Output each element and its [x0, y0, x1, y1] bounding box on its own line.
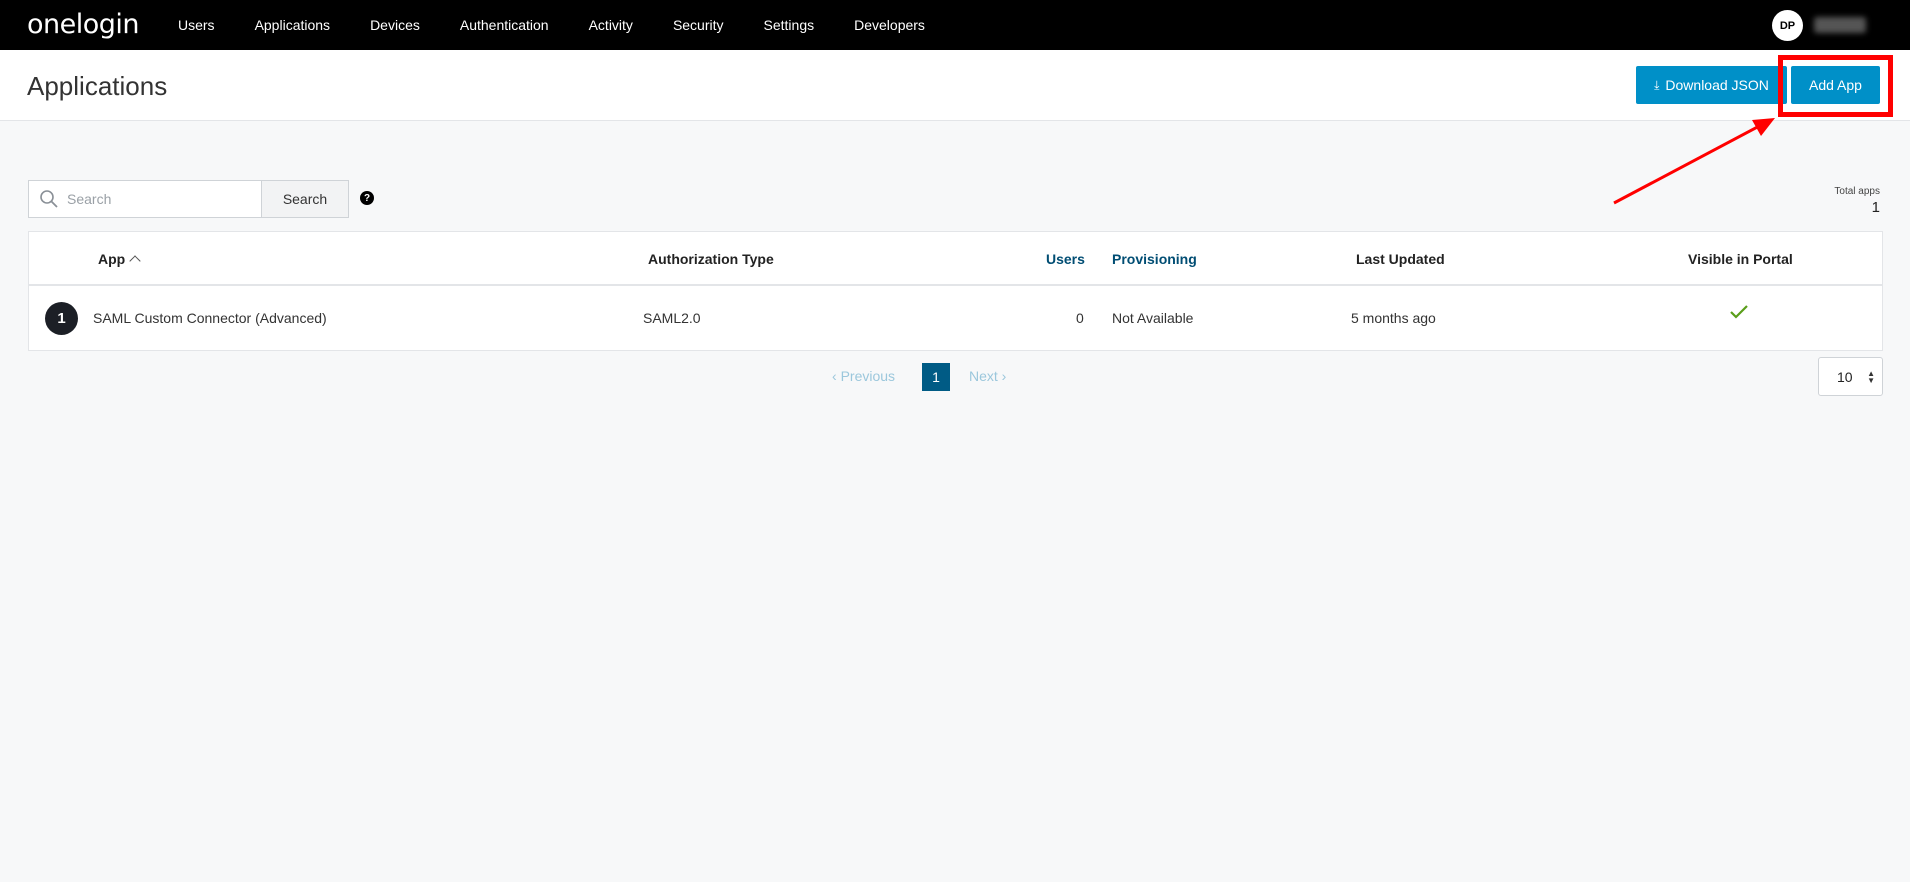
- page-header: Applications ⤓ Download JSON Add App: [0, 50, 1910, 121]
- download-json-button[interactable]: ⤓ Download JSON: [1636, 66, 1787, 104]
- column-header-provisioning[interactable]: Provisioning: [1112, 251, 1197, 267]
- chevron-right-icon: ›: [997, 368, 1007, 384]
- nav-item-authentication[interactable]: Authentication: [440, 17, 569, 33]
- search-input[interactable]: [67, 191, 247, 207]
- search-icon: [40, 190, 58, 208]
- nav-item-devices[interactable]: Devices: [350, 17, 440, 33]
- onelogin-logo[interactable]: onelogin: [27, 9, 140, 40]
- avatar[interactable]: DP: [1772, 10, 1803, 41]
- next-label: Next: [969, 368, 998, 384]
- per-page-value: 10: [1837, 368, 1853, 385]
- provisioning-status: Not Available: [1112, 310, 1194, 326]
- search-field: [28, 180, 263, 218]
- nav-item-activity[interactable]: Activity: [569, 17, 653, 33]
- help-icon[interactable]: ?: [360, 191, 374, 205]
- page-title: Applications: [27, 71, 168, 101]
- annotation-arrow-icon: [1613, 118, 1775, 205]
- page-button-current[interactable]: 1: [922, 363, 950, 391]
- table-row[interactable]: 1 SAML Custom Connector (Advanced) SAML2…: [29, 286, 1882, 350]
- check-icon: [1730, 305, 1748, 319]
- nav-item-users[interactable]: Users: [158, 17, 235, 33]
- app-name[interactable]: SAML Custom Connector (Advanced): [93, 310, 327, 326]
- auth-type: SAML2.0: [643, 310, 701, 326]
- column-header-last-updated: Last Updated: [1356, 251, 1445, 267]
- nav-item-settings[interactable]: Settings: [744, 17, 835, 33]
- table-header: App Authorization Type Users Provisionin…: [29, 232, 1882, 286]
- add-app-label: Add App: [1809, 77, 1862, 93]
- download-icon: ⤓: [1654, 77, 1660, 92]
- per-page-select[interactable]: 10 ▲ ▼: [1818, 357, 1883, 396]
- next-page-button[interactable]: Next ›: [969, 368, 1006, 384]
- nav-item-developers[interactable]: Developers: [834, 17, 945, 33]
- nav-items: Users Applications Devices Authenticatio…: [158, 0, 945, 50]
- total-apps: Total apps 1: [1834, 186, 1880, 216]
- previous-page-button[interactable]: ‹ Previous: [832, 368, 895, 384]
- chevron-left-icon: ‹: [832, 368, 841, 384]
- apps-table: App Authorization Type Users Provisionin…: [28, 231, 1883, 351]
- search-button[interactable]: Search: [261, 180, 349, 218]
- download-json-label: Download JSON: [1665, 77, 1769, 93]
- top-nav: onelogin Users Applications Devices Auth…: [0, 0, 1910, 50]
- column-header-auth-type: Authorization Type: [648, 251, 774, 267]
- add-app-button[interactable]: Add App: [1791, 66, 1880, 104]
- total-apps-count: 1: [1871, 199, 1880, 216]
- users-count: 0: [1076, 310, 1084, 326]
- select-arrows-icon: ▲ ▼: [1867, 369, 1875, 385]
- username-redacted[interactable]: [1814, 17, 1866, 33]
- column-header-visible-in-portal: Visible in Portal: [1688, 251, 1793, 267]
- nav-item-applications[interactable]: Applications: [235, 17, 351, 33]
- column-header-app[interactable]: App: [98, 251, 141, 267]
- app-icon: 1: [45, 302, 78, 335]
- nav-item-security[interactable]: Security: [653, 17, 744, 33]
- previous-label: Previous: [840, 368, 896, 384]
- column-header-users[interactable]: Users: [1046, 251, 1085, 267]
- total-apps-label: Total apps: [1834, 186, 1880, 197]
- column-app-label: App: [98, 251, 126, 267]
- last-updated: 5 months ago: [1351, 310, 1436, 326]
- sort-ascending-icon: [129, 255, 141, 267]
